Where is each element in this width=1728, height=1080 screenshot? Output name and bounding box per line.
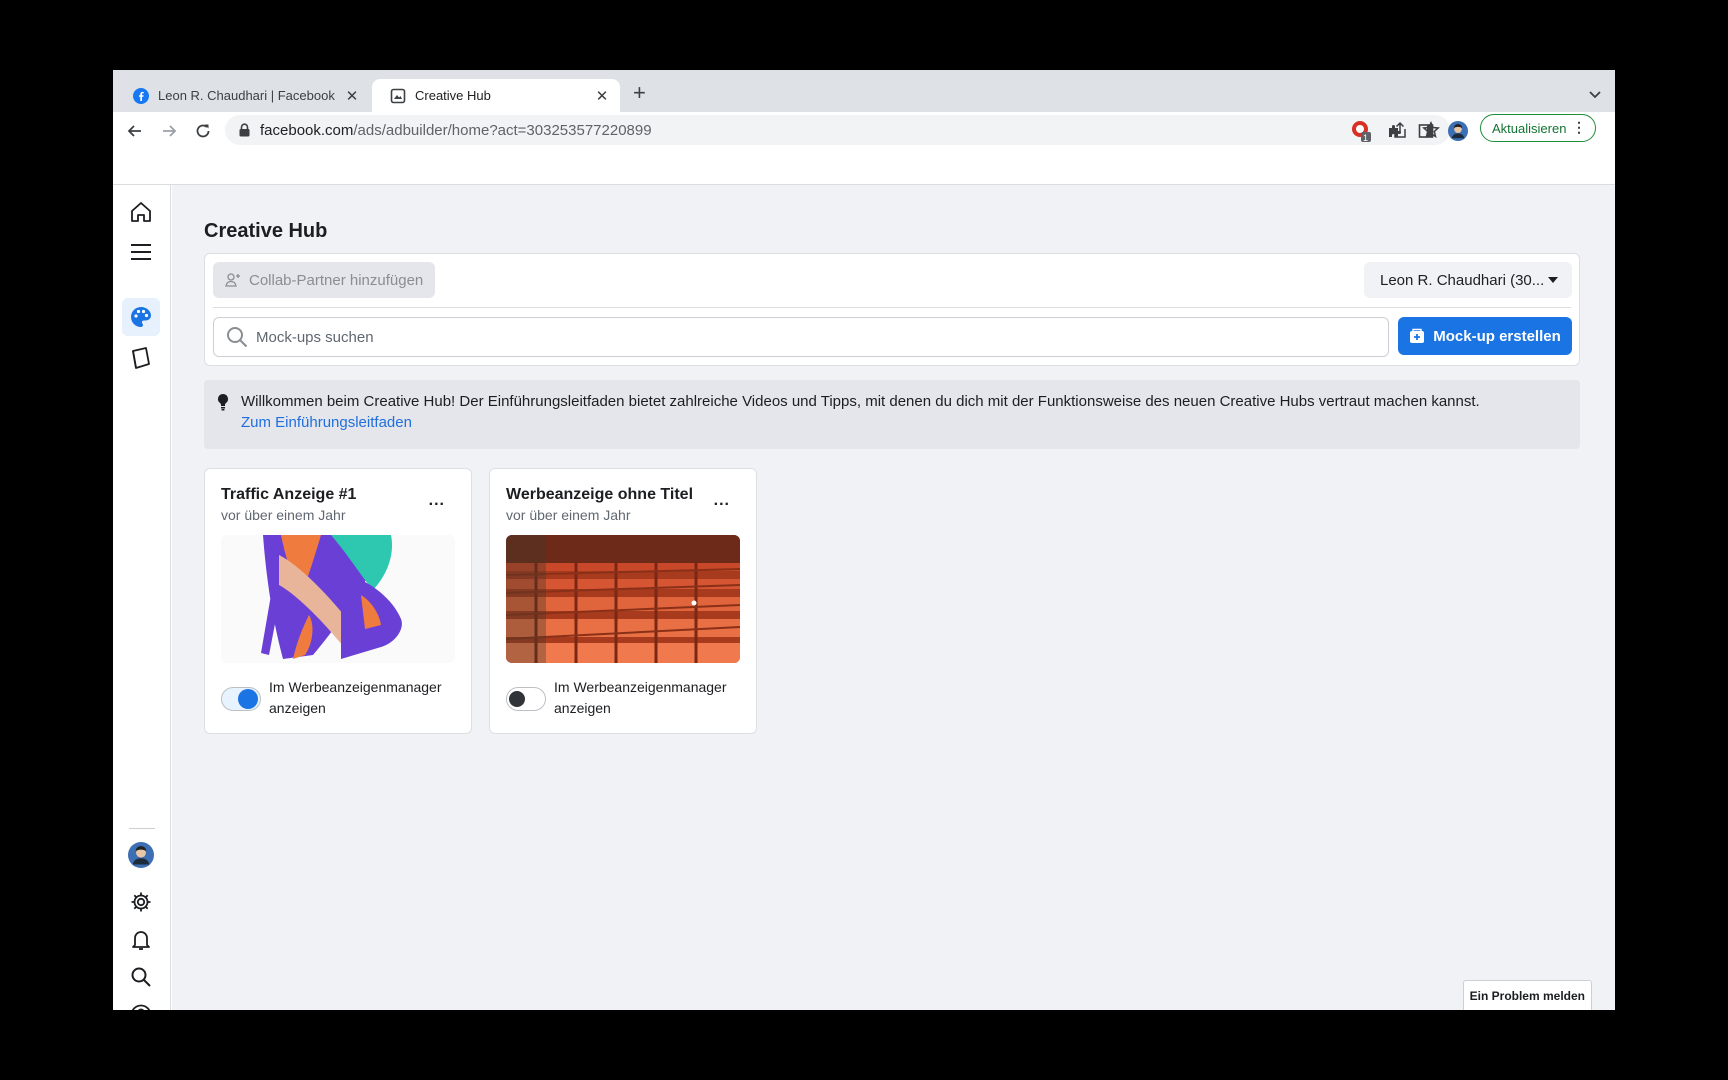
nav-divider	[129, 828, 155, 829]
mockup-date: vor über einem Jahr	[221, 507, 346, 523]
add-collab-partner-button[interactable]: Collab-Partner hinzufügen	[213, 262, 435, 298]
browser-window: Leon R. Chaudhari | Facebook ✕ Creative …	[113, 70, 1615, 1010]
help-icon[interactable]	[126, 1000, 156, 1010]
home-icon[interactable]	[126, 197, 156, 227]
extension-icon[interactable]: 1	[1351, 121, 1371, 143]
mockup-thumbnail-shoe[interactable]	[221, 535, 455, 663]
mockup-title: Traffic Anzeige #1	[221, 486, 357, 503]
intro-guide-link[interactable]: Zum Einführungsleitfaden	[241, 414, 412, 431]
search-icon[interactable]	[126, 962, 156, 992]
browser-toolbar: facebook.com/ads/adbuilder/home?act=3032…	[113, 112, 1615, 150]
banner-message: Willkommen beim Creative Hub! Der Einfüh…	[241, 393, 1480, 410]
more-vertical-icon[interactable]: ⋮	[1572, 120, 1586, 134]
create-mockup-button[interactable]: Mock-up erstellen	[1398, 317, 1572, 355]
extension-badge: 1	[1363, 133, 1369, 143]
forward-icon[interactable]	[159, 121, 179, 141]
url-path: /ads/adbuilder/home?act=303253577220899	[353, 121, 652, 139]
mockup-card[interactable]: Werbeanzeige ohne Titel vor über einem J…	[489, 468, 757, 734]
mockup-search-input[interactable]: Mock-ups suchen	[213, 317, 1389, 357]
create-label: Mock-up erstellen	[1433, 327, 1561, 345]
tab-creative-hub[interactable]: Creative Hub ✕	[372, 79, 620, 112]
toggle-knob	[509, 691, 525, 707]
facebook-icon	[133, 87, 149, 104]
toggle-label: Im Werbeanzeigenmanager anzeigen	[269, 679, 442, 716]
ads-manager-toggle[interactable]	[221, 687, 261, 711]
url-host: facebook.com	[260, 121, 354, 139]
close-icon[interactable]: ✕	[594, 87, 610, 105]
search-placeholder: Mock-ups suchen	[256, 328, 374, 346]
toggle-knob	[238, 689, 258, 709]
more-options-icon[interactable]: ...	[714, 492, 730, 510]
caret-down-icon	[1548, 277, 1558, 283]
mockup-card[interactable]: Traffic Anzeige #1 vor über einem Jahr .…	[204, 468, 472, 734]
mockup-title: Werbeanzeige ohne Titel	[506, 486, 694, 503]
more-options-icon[interactable]: ...	[429, 492, 445, 510]
add-person-icon	[225, 272, 241, 288]
card-divider	[213, 307, 1571, 308]
toggle-label: Im Werbeanzeigenmanager anzeigen	[554, 679, 727, 716]
main-content: Creative Hub Collab-Partner hinzufügen L…	[172, 185, 1615, 1010]
back-icon[interactable]	[125, 121, 145, 141]
collab-label: Collab-Partner hinzufügen	[249, 271, 424, 289]
create-mockup-icon	[1409, 328, 1425, 344]
update-browser-button[interactable]: Aktualisieren ⋮	[1480, 114, 1596, 142]
left-navigation	[113, 185, 171, 1010]
profile-avatar[interactable]	[1448, 121, 1468, 141]
tab-facebook-profile[interactable]: Leon R. Chaudhari | Facebook ✕	[115, 79, 370, 112]
address-bar[interactable]: facebook.com/ads/adbuilder/home?act=3032…	[225, 115, 1450, 145]
account-label: Leon R. Chaudhari (30...	[1380, 271, 1545, 289]
menu-icon[interactable]	[126, 237, 156, 267]
mockup-toolbar-card: Collab-Partner hinzufügen Leon R. Chaudh…	[204, 253, 1580, 366]
tab-title: Creative Hub	[415, 88, 491, 103]
tab-title: Leon R. Chaudhari | Facebook	[158, 88, 335, 103]
ad-account-dropdown[interactable]: Leon R. Chaudhari (30...	[1364, 262, 1572, 298]
welcome-banner: Willkommen beim Creative Hub! Der Einfüh…	[204, 380, 1580, 449]
bell-icon[interactable]	[126, 925, 156, 955]
ads-manager-toggle[interactable]	[506, 687, 546, 711]
screen-frame: Leon R. Chaudhari | Facebook ✕ Creative …	[0, 0, 1728, 1080]
update-label: Aktualisieren	[1492, 120, 1567, 136]
side-panel-icon[interactable]	[1416, 121, 1436, 141]
lightbulb-icon	[217, 393, 229, 416]
creative-hub-palette-icon[interactable]	[122, 298, 160, 336]
creative-hub-icon	[390, 88, 406, 104]
catalog-book-icon[interactable]	[126, 343, 156, 373]
report-problem-button[interactable]: Ein Problem melden	[1462, 980, 1592, 1010]
new-tab-button[interactable]: +	[633, 82, 646, 104]
user-avatar[interactable]	[126, 840, 156, 870]
tab-strip: Leon R. Chaudhari | Facebook ✕ Creative …	[113, 70, 1615, 112]
mockup-thumbnail-stadium-seats[interactable]	[506, 535, 740, 663]
search-icon	[226, 326, 248, 348]
close-icon[interactable]: ✕	[344, 87, 360, 105]
gear-icon[interactable]	[126, 887, 156, 917]
chevron-down-icon[interactable]	[1589, 86, 1601, 104]
lock-icon	[239, 123, 250, 137]
page-title: Creative Hub	[204, 220, 328, 242]
puzzle-icon[interactable]	[1385, 121, 1405, 141]
reload-icon[interactable]	[193, 121, 213, 141]
mockup-date: vor über einem Jahr	[506, 507, 631, 523]
